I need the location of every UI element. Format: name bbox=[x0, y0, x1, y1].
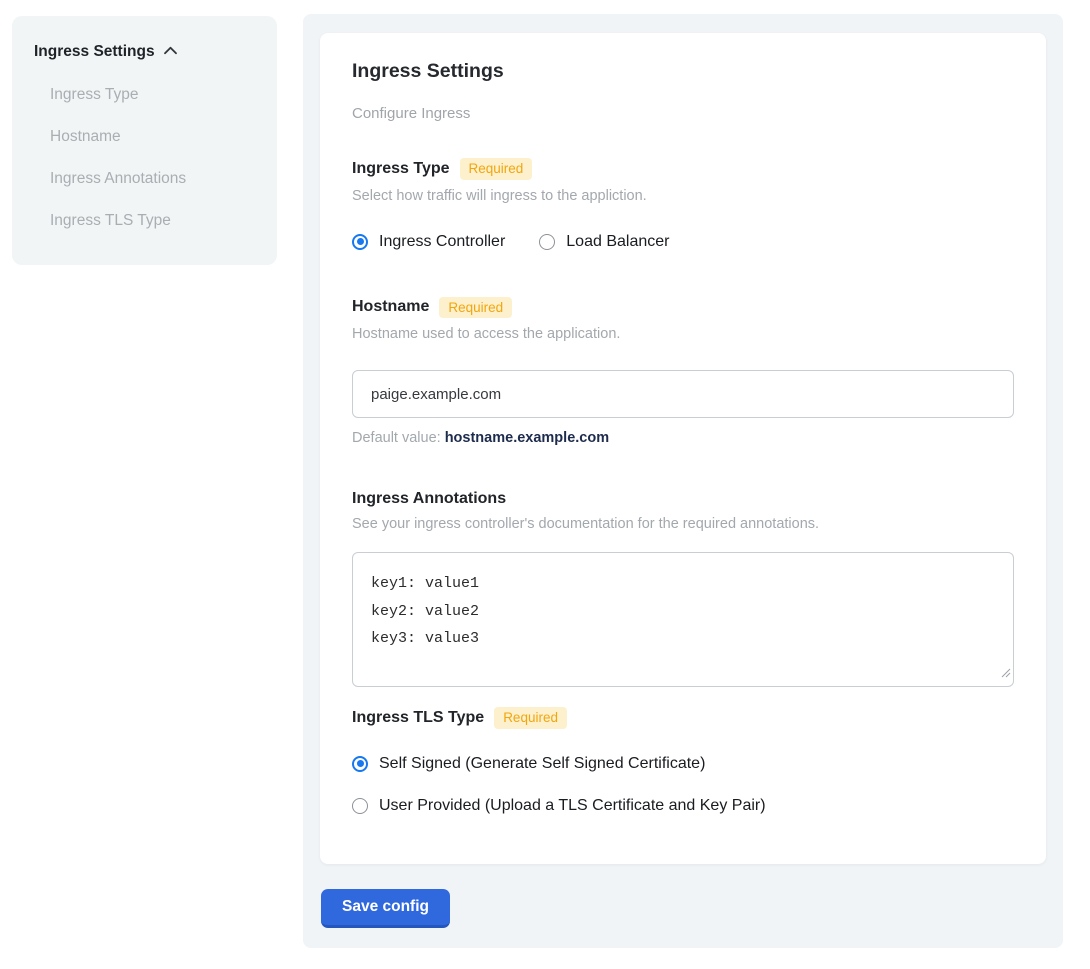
radio-label-ingress-controller: Ingress Controller bbox=[379, 233, 505, 251]
radio-option-user-provided[interactable]: User Provided (Upload a TLS Certificate … bbox=[352, 785, 1014, 827]
radio-unselected-icon bbox=[352, 798, 368, 814]
ingress-tls-radio-group: Self Signed (Generate Self Signed Certif… bbox=[352, 743, 1014, 827]
ingress-settings-card: Ingress Settings Configure Ingress Ingre… bbox=[320, 33, 1046, 864]
settings-panel: Ingress Settings Configure Ingress Ingre… bbox=[303, 14, 1063, 948]
ingress-tls-type-section: Ingress TLS Type Required Self Signed (G… bbox=[352, 707, 1014, 827]
sidebar-item-ingress-annotations[interactable]: Ingress Annotations bbox=[12, 158, 277, 200]
sidebar-item-ingress-tls-type[interactable]: Ingress TLS Type bbox=[12, 200, 277, 242]
sidebar-item-ingress-type[interactable]: Ingress Type bbox=[12, 74, 277, 116]
radio-unselected-icon bbox=[539, 234, 555, 250]
ingress-annotations-label: Ingress Annotations bbox=[352, 490, 506, 508]
radio-label-self-signed: Self Signed (Generate Self Signed Certif… bbox=[379, 755, 705, 773]
hostname-help: Hostname used to access the application. bbox=[352, 326, 1014, 342]
required-badge: Required bbox=[494, 707, 567, 729]
sidebar-nav: Ingress Type Hostname Ingress Annotation… bbox=[12, 74, 277, 242]
ingress-annotations-help: See your ingress controller's documentat… bbox=[352, 516, 1014, 532]
radio-option-load-balancer[interactable]: Load Balancer bbox=[539, 233, 669, 251]
hostname-default-label: Default value: bbox=[352, 430, 441, 446]
radio-selected-icon bbox=[352, 756, 368, 772]
sidebar-group-ingress-settings[interactable]: Ingress Settings bbox=[12, 16, 277, 61]
required-badge: Required bbox=[439, 297, 512, 319]
resize-grip-icon[interactable] bbox=[1001, 665, 1011, 683]
radio-selected-icon bbox=[352, 234, 368, 250]
hostname-input[interactable] bbox=[352, 370, 1014, 418]
ingress-type-help: Select how traffic will ingress to the a… bbox=[352, 188, 1014, 204]
hostname-label: Hostname bbox=[352, 298, 429, 316]
chevron-up-icon bbox=[163, 43, 178, 61]
ingress-type-radio-group: Ingress Controller Load Balancer bbox=[352, 233, 1014, 251]
save-config-button[interactable]: Save config bbox=[321, 889, 450, 928]
radio-label-load-balancer: Load Balancer bbox=[566, 233, 669, 251]
sidebar-item-hostname[interactable]: Hostname bbox=[12, 116, 277, 158]
radio-option-ingress-controller[interactable]: Ingress Controller bbox=[352, 233, 505, 251]
sidebar-group-label: Ingress Settings bbox=[34, 43, 155, 61]
page-subtitle: Configure Ingress bbox=[352, 105, 1014, 122]
hostname-default-value: hostname.example.com bbox=[445, 430, 609, 446]
required-badge: Required bbox=[460, 158, 533, 180]
ingress-type-section: Ingress Type Required Select how traffic… bbox=[352, 158, 1014, 251]
radio-label-user-provided: User Provided (Upload a TLS Certificate … bbox=[379, 797, 766, 815]
ingress-annotations-input[interactable]: key1: value1 key2: value2 key3: value3 bbox=[352, 552, 1014, 687]
ingress-tls-type-label: Ingress TLS Type bbox=[352, 709, 484, 727]
ingress-type-label: Ingress Type bbox=[352, 160, 450, 178]
hostname-section: Hostname Required Hostname used to acces… bbox=[352, 297, 1014, 447]
page-title: Ingress Settings bbox=[352, 60, 1014, 83]
hostname-default-line: Default value: hostname.example.com bbox=[352, 430, 1014, 446]
settings-sidebar: Ingress Settings Ingress Type Hostname I… bbox=[12, 16, 277, 265]
ingress-annotations-section: Ingress Annotations See your ingress con… bbox=[352, 490, 1014, 687]
radio-option-self-signed[interactable]: Self Signed (Generate Self Signed Certif… bbox=[352, 743, 1014, 785]
